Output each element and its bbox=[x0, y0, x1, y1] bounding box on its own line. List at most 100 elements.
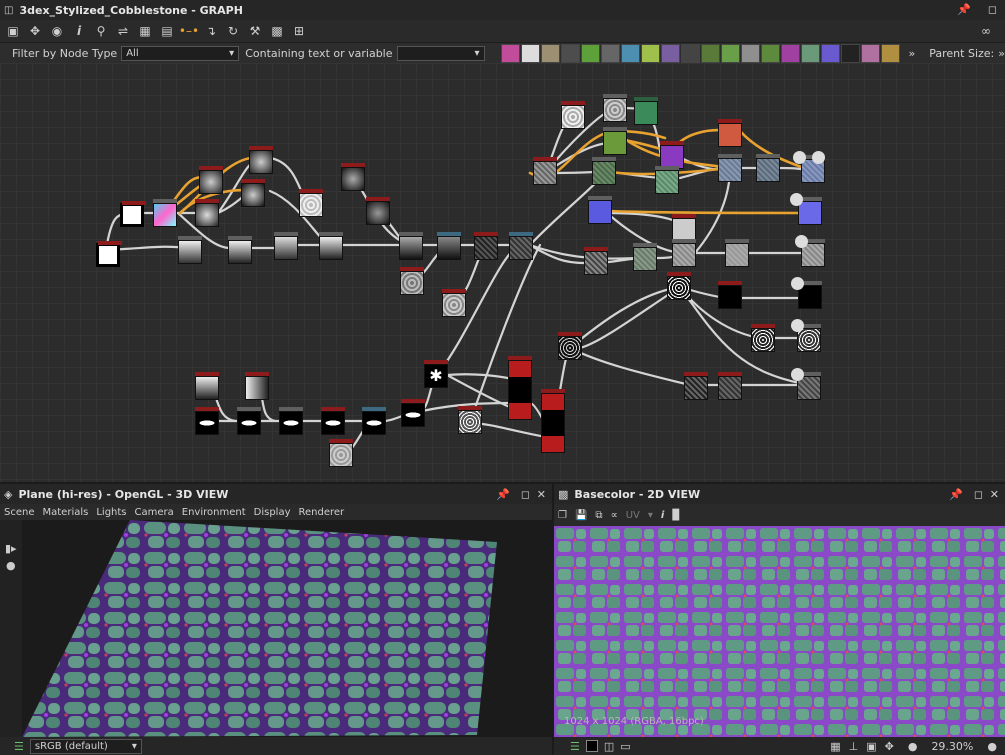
graph-node[interactable] bbox=[279, 407, 303, 435]
output-icon[interactable] bbox=[791, 368, 804, 381]
maximize-icon[interactable]: ◻ bbox=[974, 488, 983, 501]
graph-node[interactable] bbox=[274, 232, 298, 260]
graph-node[interactable] bbox=[672, 239, 696, 267]
pan-icon[interactable]: ✥ bbox=[24, 21, 46, 41]
more-icon[interactable]: » bbox=[909, 47, 916, 60]
viewport-3d-render[interactable] bbox=[22, 520, 552, 737]
graph-node[interactable] bbox=[442, 289, 466, 317]
normal-node-icon[interactable] bbox=[820, 43, 840, 63]
viewport-2d-image[interactable] bbox=[554, 526, 1005, 737]
graph-node[interactable] bbox=[366, 197, 390, 225]
graph-node[interactable] bbox=[541, 389, 565, 453]
graph-node[interactable] bbox=[400, 267, 424, 295]
pin-icon[interactable]: 📌 bbox=[949, 488, 963, 501]
search-icon[interactable]: ⚲ bbox=[90, 21, 112, 41]
black-swatch-icon[interactable] bbox=[585, 740, 598, 752]
refresh-icon[interactable]: ↻ bbox=[222, 21, 244, 41]
filter-select[interactable]: All ▾ bbox=[121, 45, 240, 61]
levels-node-icon[interactable] bbox=[760, 43, 780, 63]
graph-node[interactable] bbox=[120, 201, 146, 227]
graph-node[interactable] bbox=[797, 324, 821, 352]
info-icon[interactable]: i bbox=[661, 510, 664, 521]
graph-node[interactable] bbox=[237, 407, 261, 435]
graph-node[interactable] bbox=[321, 407, 345, 435]
connect-icon[interactable]: •–• bbox=[178, 21, 200, 41]
channels-icon[interactable]: ◫ bbox=[604, 740, 614, 753]
duplicate-icon[interactable]: ⧉ bbox=[595, 510, 602, 521]
pin-icon[interactable]: 📌 bbox=[496, 488, 510, 501]
frame-all-icon[interactable]: ▣ bbox=[2, 21, 24, 41]
fit-icon[interactable]: ▣ bbox=[866, 740, 876, 753]
menu-display[interactable]: Display bbox=[254, 507, 291, 518]
graph-node[interactable] bbox=[508, 356, 532, 420]
menu-renderer[interactable]: Renderer bbox=[299, 507, 345, 518]
graph-node[interactable] bbox=[603, 127, 627, 155]
crop-icon[interactable]: ⊞ bbox=[288, 21, 310, 41]
noise-node-icon[interactable] bbox=[840, 43, 860, 63]
warp-node-icon[interactable] bbox=[640, 43, 660, 63]
droplet-node-icon[interactable] bbox=[540, 43, 560, 63]
graph-node[interactable] bbox=[195, 407, 219, 435]
graph-node[interactable] bbox=[249, 146, 273, 174]
graph-canvas[interactable]: ✱ bbox=[0, 63, 1005, 482]
warning-node-icon[interactable] bbox=[880, 43, 900, 63]
parent-size-more-icon[interactable]: » bbox=[998, 47, 1005, 60]
light-bulb-icon[interactable]: ● bbox=[6, 559, 22, 572]
blend-node-icon[interactable] bbox=[740, 43, 760, 63]
graph-node[interactable]: ✱ bbox=[424, 360, 448, 388]
text-node-icon[interactable] bbox=[520, 43, 540, 63]
zoom-in-icon[interactable]: ● bbox=[987, 740, 997, 753]
align-icon[interactable]: ↴ bbox=[200, 21, 222, 41]
graph-node[interactable] bbox=[718, 119, 742, 147]
curve-node-icon[interactable] bbox=[580, 43, 600, 63]
zoom-out-icon[interactable]: ● bbox=[908, 740, 918, 753]
graph-node[interactable] bbox=[341, 163, 365, 191]
output-icon[interactable] bbox=[812, 151, 825, 164]
graph-node[interactable] bbox=[245, 372, 269, 400]
fx-node-icon[interactable] bbox=[700, 43, 720, 63]
colorspace-select[interactable]: sRGB (default) ▾ bbox=[29, 738, 142, 754]
graph-node[interactable] bbox=[96, 241, 122, 267]
video-camera-icon[interactable]: ▮▸ bbox=[5, 542, 22, 555]
shape-node-icon[interactable] bbox=[660, 43, 680, 63]
menu-materials[interactable]: Materials bbox=[43, 507, 89, 518]
containing-select[interactable]: ▾ bbox=[396, 45, 485, 61]
link-icon[interactable]: ∞ bbox=[975, 21, 997, 41]
camera-icon[interactable]: ◉ bbox=[46, 21, 68, 41]
graph-node[interactable] bbox=[199, 166, 223, 194]
output-icon[interactable] bbox=[791, 319, 804, 332]
histogram-node-icon[interactable] bbox=[800, 43, 820, 63]
graph-node[interactable] bbox=[725, 239, 749, 267]
graph-node[interactable] bbox=[437, 232, 461, 260]
uv-toggle[interactable]: UV bbox=[626, 510, 640, 521]
grid-node-icon[interactable] bbox=[680, 43, 700, 63]
menu-camera[interactable]: Camera bbox=[135, 507, 174, 518]
share-icon[interactable]: ∝ bbox=[611, 510, 618, 521]
graph-node[interactable] bbox=[584, 247, 608, 275]
graph-node[interactable] bbox=[458, 406, 482, 434]
info-icon[interactable]: i bbox=[68, 21, 90, 41]
axis-icon[interactable]: ⊥ bbox=[849, 740, 859, 753]
link-nodes-icon[interactable]: ⇌ bbox=[112, 21, 134, 41]
close-icon[interactable]: ✕ bbox=[990, 488, 999, 501]
graph-node[interactable] bbox=[561, 101, 585, 129]
graph-node[interactable] bbox=[588, 196, 612, 224]
graph-node[interactable] bbox=[319, 232, 343, 260]
graph-node[interactable] bbox=[667, 272, 691, 300]
graph-node[interactable] bbox=[798, 281, 822, 309]
graph-node[interactable] bbox=[633, 243, 657, 271]
graph-node[interactable] bbox=[634, 97, 658, 125]
tools-icon[interactable]: ⚒ bbox=[244, 21, 266, 41]
graph-node[interactable] bbox=[509, 232, 533, 260]
graph-node[interactable] bbox=[798, 197, 822, 225]
menu-scene[interactable]: Scene bbox=[4, 507, 35, 518]
layout-icon[interactable]: ▦ bbox=[134, 21, 156, 41]
graph-node[interactable] bbox=[329, 439, 353, 467]
histogram-icon[interactable]: ▉ bbox=[672, 510, 680, 521]
chevron-down-icon[interactable]: ▾ bbox=[648, 510, 653, 521]
graph-node[interactable] bbox=[718, 281, 742, 309]
graph-node[interactable] bbox=[718, 154, 742, 182]
bitmap-node-icon[interactable] bbox=[500, 43, 520, 63]
grid-icon[interactable]: ▦ bbox=[830, 740, 840, 753]
graph-node[interactable] bbox=[399, 232, 423, 260]
